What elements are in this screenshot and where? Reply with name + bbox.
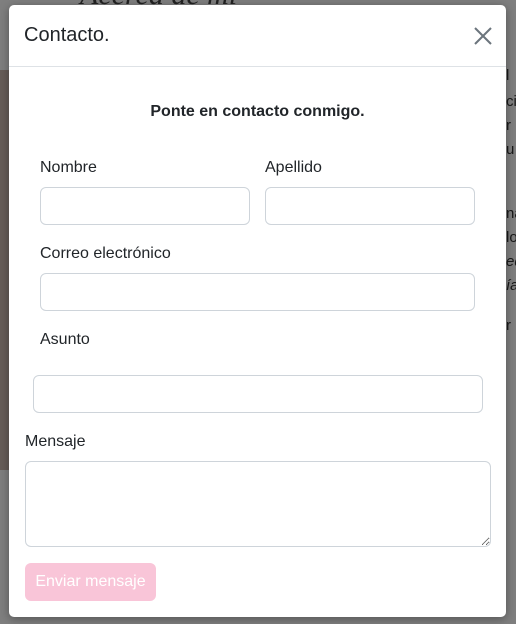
modal-title: Contacto. bbox=[24, 24, 110, 46]
intro-text: Ponte en contacto conmigo. bbox=[150, 103, 365, 120]
close-button[interactable] bbox=[470, 23, 496, 49]
message-textarea[interactable] bbox=[25, 461, 491, 547]
last-name-input[interactable] bbox=[265, 187, 475, 225]
modal-header: Contacto. bbox=[9, 5, 506, 67]
close-icon bbox=[474, 27, 492, 45]
first-name-label: Nombre bbox=[40, 159, 97, 176]
subject-label: Asunto bbox=[40, 331, 90, 348]
contact-modal: Contacto. Ponte en contacto conmigo. Nom… bbox=[9, 5, 506, 617]
email-input[interactable] bbox=[40, 273, 475, 311]
message-label: Mensaje bbox=[25, 433, 86, 450]
send-message-button[interactable]: Enviar mensaje bbox=[25, 563, 156, 601]
email-label: Correo electrónico bbox=[40, 245, 171, 262]
subject-input[interactable] bbox=[33, 375, 483, 413]
first-name-input[interactable] bbox=[40, 187, 250, 225]
last-name-label: Apellido bbox=[265, 159, 322, 176]
